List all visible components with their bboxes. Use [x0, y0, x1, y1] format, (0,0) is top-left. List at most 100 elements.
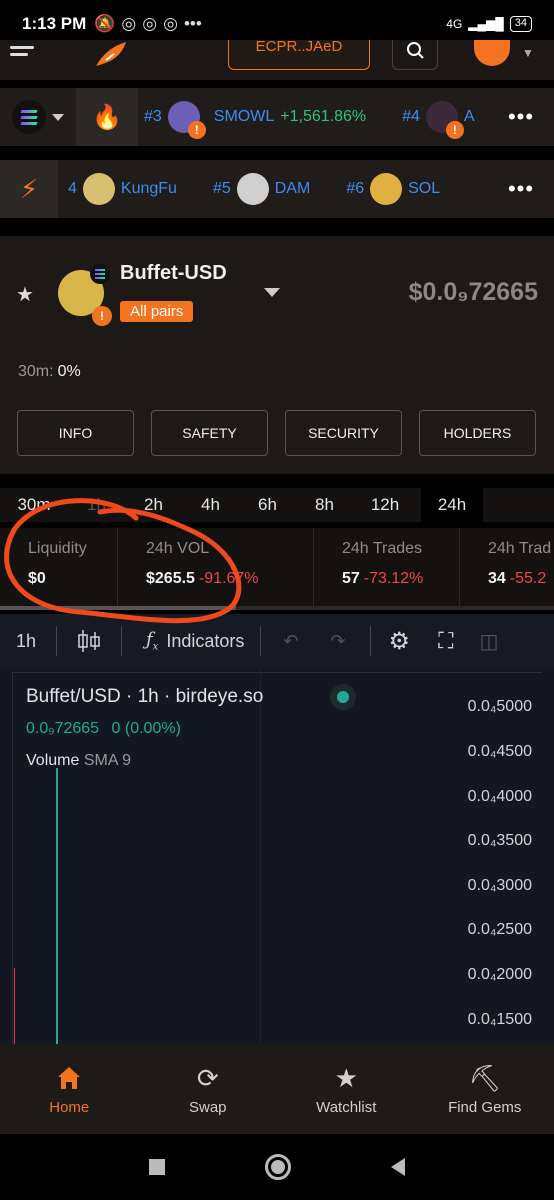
- horizontal-scrollbar[interactable]: [0, 606, 554, 610]
- stat-liquidity: Liquidity $0: [0, 528, 118, 606]
- safety-button[interactable]: SAFETY: [151, 410, 268, 456]
- tab-30m[interactable]: 30m: [0, 488, 68, 522]
- nav-home[interactable]: Home: [0, 1044, 139, 1134]
- interval-selector[interactable]: 1h: [16, 631, 56, 652]
- gem-name: DAM: [274, 180, 311, 197]
- star-icon: ★: [334, 1062, 358, 1093]
- search-button[interactable]: [392, 40, 438, 70]
- y-tick-label: 0.0₄4000: [467, 788, 532, 805]
- solana-icon: [12, 100, 46, 134]
- camera-icon[interactable]: ◫: [479, 629, 498, 654]
- tab-24h[interactable]: 24h: [421, 488, 483, 522]
- recents-button[interactable]: [149, 1159, 165, 1175]
- gem-rank: #5: [212, 180, 231, 197]
- bottom-navigation: Home ⟳ Swap ★ Watchlist ⛏ Find Gems: [0, 1044, 554, 1134]
- trending-fire-button[interactable]: 🔥: [76, 88, 138, 146]
- chart-legend-price: 0.0₉72665 0 (0.00%): [26, 720, 181, 738]
- search-icon: [407, 42, 424, 59]
- warning-icon: !: [445, 121, 464, 139]
- legend-price-change: 0 (0.00%): [111, 720, 181, 737]
- chrome-icon: ◎: [163, 14, 178, 33]
- token-logo: !: [58, 264, 112, 326]
- battery-level: 34: [509, 16, 532, 32]
- security-button[interactable]: SECURITY: [285, 410, 402, 456]
- back-button[interactable]: [391, 1158, 405, 1176]
- holders-button[interactable]: HOLDERS: [419, 410, 536, 456]
- redo-icon[interactable]: ↷: [330, 631, 345, 652]
- more-options-icon[interactable]: •••: [488, 88, 554, 146]
- tab-12h[interactable]: 12h: [353, 488, 417, 522]
- nav-swap[interactable]: ⟳ Swap: [139, 1044, 278, 1134]
- coin-logo: [370, 173, 403, 205]
- stat-label: 24h Trad: [488, 540, 552, 557]
- stat-traders: 24h Trad 34 -55.2: [460, 528, 551, 606]
- trending-rank: #4: [402, 108, 420, 125]
- chart-toolbar: 1h ƒx Indicators ↶ ↷ ⚙ ⛶ ◫: [0, 614, 554, 668]
- nav-watchlist[interactable]: ★ Watchlist: [277, 1044, 416, 1134]
- volume-indicator: SMA 9: [83, 752, 131, 769]
- change-value: 0%: [57, 363, 81, 380]
- all-pairs-badge[interactable]: All pairs: [120, 301, 194, 322]
- trending-item[interactable]: #3 ! SMOWL +1,561.86%: [144, 101, 366, 139]
- trending-item[interactable]: #4 ! A: [402, 101, 475, 139]
- tab-2h[interactable]: 2h: [125, 488, 182, 522]
- gem-item[interactable]: #5 DAM: [213, 173, 310, 205]
- nav-find-gems[interactable]: ⛏ Find Gems: [416, 1044, 554, 1134]
- indicators-button[interactable]: Indicators: [166, 631, 244, 652]
- price-chart[interactable]: Buffet/USD · 1h · birdeye.so 0.0₉72665 0…: [0, 668, 554, 1044]
- chain-selector[interactable]: [0, 88, 76, 146]
- fx-icon[interactable]: ƒx: [146, 629, 158, 653]
- notification-icons: 🔕 ◎ ◎ ◎ •••: [94, 14, 202, 34]
- coin-logo: [236, 173, 269, 205]
- chart-legend-title: Buffet/USD · 1h · birdeye.so: [26, 686, 264, 707]
- y-tick-label: 0.0₄3000: [467, 877, 532, 894]
- price-line: [56, 768, 58, 1044]
- gems-bar: ⚡ 4 KungFu #5 DAM #6 SOL •••: [0, 160, 554, 218]
- tab-6h[interactable]: 6h: [239, 488, 296, 522]
- user-avatar[interactable]: [474, 40, 510, 66]
- candlestick-icon[interactable]: [57, 626, 121, 656]
- pair-name[interactable]: Buffet-USD: [120, 262, 227, 285]
- solana-icon: [90, 264, 110, 284]
- app-header: ECPR..JAeD ▼: [0, 39, 554, 80]
- chrome-icon: ◎: [142, 14, 158, 33]
- gem-item[interactable]: #6 SOL: [346, 173, 440, 205]
- wallet-button[interactable]: ECPR..JAeD: [228, 39, 370, 70]
- trending-bar: 🔥 #3 ! SMOWL +1,561.86% #4 ! A •••: [0, 88, 554, 146]
- stat-change: -73.12%: [363, 570, 424, 587]
- y-tick-label: 0.0₄3500: [467, 832, 532, 849]
- y-tick-label: 0.0₄1500: [467, 1011, 532, 1028]
- menu-icon[interactable]: [10, 42, 38, 60]
- gem-name: SOL: [408, 180, 441, 197]
- volume-legend[interactable]: Volume SMA 9: [26, 752, 131, 770]
- more-options-icon[interactable]: •••: [488, 160, 554, 218]
- trending-name: A: [463, 108, 475, 125]
- chevron-down-icon[interactable]: ▼: [522, 46, 534, 60]
- tab-8h[interactable]: 8h: [296, 488, 353, 522]
- stat-value: 57: [342, 570, 360, 587]
- gem-rank: #6: [346, 180, 365, 197]
- tab-1h[interactable]: 1h: [68, 488, 125, 522]
- system-navigation-bar: [0, 1134, 554, 1200]
- chevron-down-icon[interactable]: [264, 288, 280, 297]
- stat-label: 24h Trades: [342, 540, 423, 557]
- info-button[interactable]: INFO: [17, 410, 134, 456]
- grid-line: [260, 668, 261, 1044]
- info-tabs: INFO SAFETY SECURITY HOLDERS: [17, 410, 536, 456]
- settings-icon[interactable]: ⚙: [389, 627, 411, 656]
- live-status-icon: [330, 684, 356, 710]
- star-icon[interactable]: ★: [16, 282, 34, 307]
- network-type: 4G: [446, 17, 463, 31]
- gem-item[interactable]: 4 KungFu: [68, 173, 177, 205]
- change-label: 30m:: [18, 363, 54, 380]
- undo-icon[interactable]: ↶: [283, 631, 298, 652]
- home-button[interactable]: [265, 1154, 291, 1180]
- birdeye-logo[interactable]: [92, 40, 132, 68]
- fullscreen-icon[interactable]: ⛶: [438, 628, 453, 654]
- toolbar-divider: [260, 626, 262, 656]
- gem-name: KungFu: [120, 180, 177, 197]
- trending-rank: #3: [144, 108, 162, 125]
- gems-bolt-button[interactable]: ⚡: [0, 160, 58, 218]
- volume-label: Volume: [26, 752, 80, 769]
- tab-4h[interactable]: 4h: [182, 488, 239, 522]
